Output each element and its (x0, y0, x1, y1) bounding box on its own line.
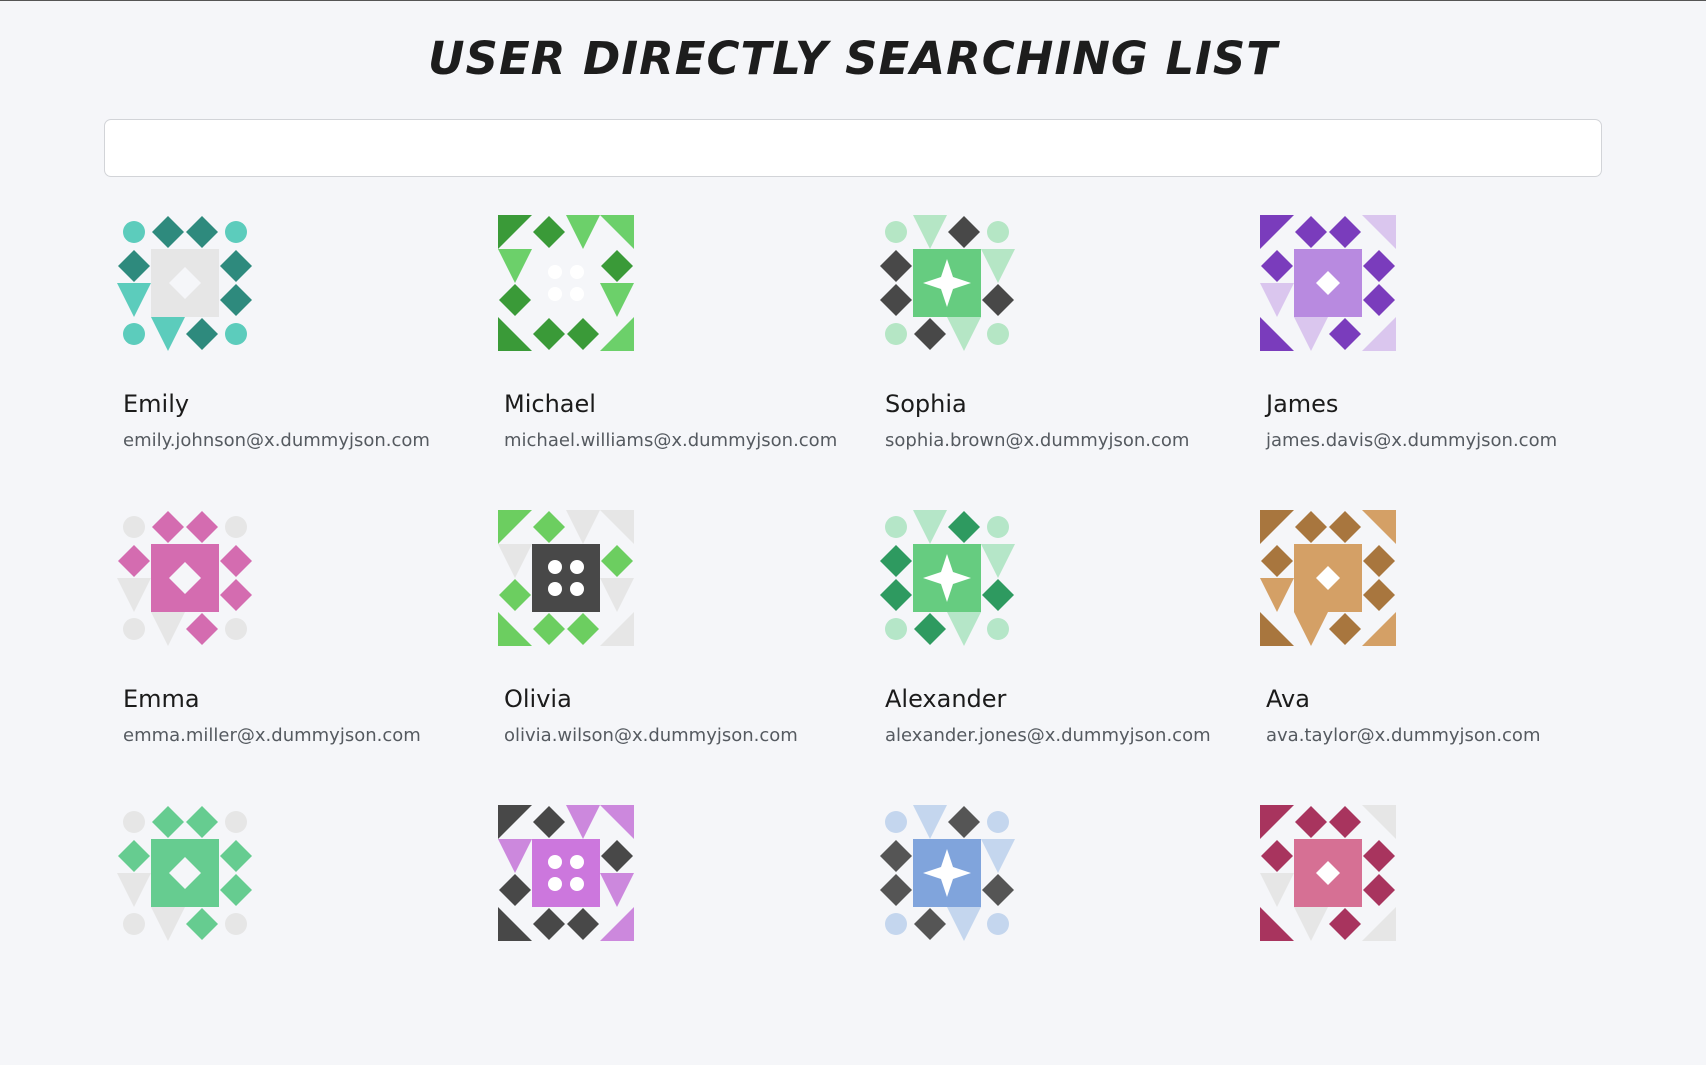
avatar-icon (880, 215, 1015, 351)
user-name: Sophia (885, 390, 967, 418)
user-email: michael.williams@x.dummyjson.com (504, 430, 838, 451)
user-name: Olivia (504, 685, 572, 713)
avatar-icon (117, 806, 252, 941)
user-card[interactable]: Olivia olivia.wilson@x.dummyjson.com (498, 510, 858, 770)
user-card[interactable]: James james.davis@x.dummyjson.com (1260, 215, 1620, 475)
user-name: Alexander (885, 685, 1007, 713)
user-email: james.davis@x.dummyjson.com (1266, 430, 1558, 451)
user-card[interactable] (498, 805, 858, 1065)
avatar-icon (1260, 215, 1396, 351)
avatar-icon (880, 805, 1015, 941)
user-card[interactable]: Emma emma.miller@x.dummyjson.com (117, 510, 477, 770)
avatar-icon (498, 510, 634, 646)
user-email: emma.miller@x.dummyjson.com (123, 725, 421, 746)
user-name: Ava (1266, 685, 1310, 713)
avatar-icon (1260, 805, 1396, 941)
avatar-icon (1260, 510, 1396, 646)
user-email: sophia.brown@x.dummyjson.com (885, 430, 1190, 451)
user-email: alexander.jones@x.dummyjson.com (885, 725, 1211, 746)
user-card[interactable] (879, 805, 1239, 1065)
user-name: Emily (123, 390, 190, 418)
user-name: James (1266, 390, 1339, 418)
user-name: Michael (504, 390, 596, 418)
user-card[interactable] (117, 805, 477, 1065)
user-name: Emma (123, 685, 200, 713)
avatar-icon (117, 216, 252, 351)
avatar-icon (498, 215, 634, 351)
avatar-icon (117, 511, 252, 646)
user-email: ava.taylor@x.dummyjson.com (1266, 725, 1541, 746)
avatar-icon (498, 805, 634, 941)
user-card[interactable]: Ava ava.taylor@x.dummyjson.com (1260, 510, 1620, 770)
user-email: olivia.wilson@x.dummyjson.com (504, 725, 798, 746)
user-list: Emily emily.johnson@x.dummyjson.com Mich… (0, 0, 1706, 941)
avatar-icon (880, 510, 1015, 646)
user-card[interactable]: Emily emily.johnson@x.dummyjson.com (117, 215, 477, 475)
user-card[interactable] (1260, 805, 1620, 1065)
user-card[interactable]: Sophia sophia.brown@x.dummyjson.com (879, 215, 1239, 475)
user-card[interactable]: Alexander alexander.jones@x.dummyjson.co… (879, 510, 1239, 770)
user-email: emily.johnson@x.dummyjson.com (123, 430, 430, 451)
user-card[interactable]: Michael michael.williams@x.dummyjson.com (498, 215, 858, 475)
